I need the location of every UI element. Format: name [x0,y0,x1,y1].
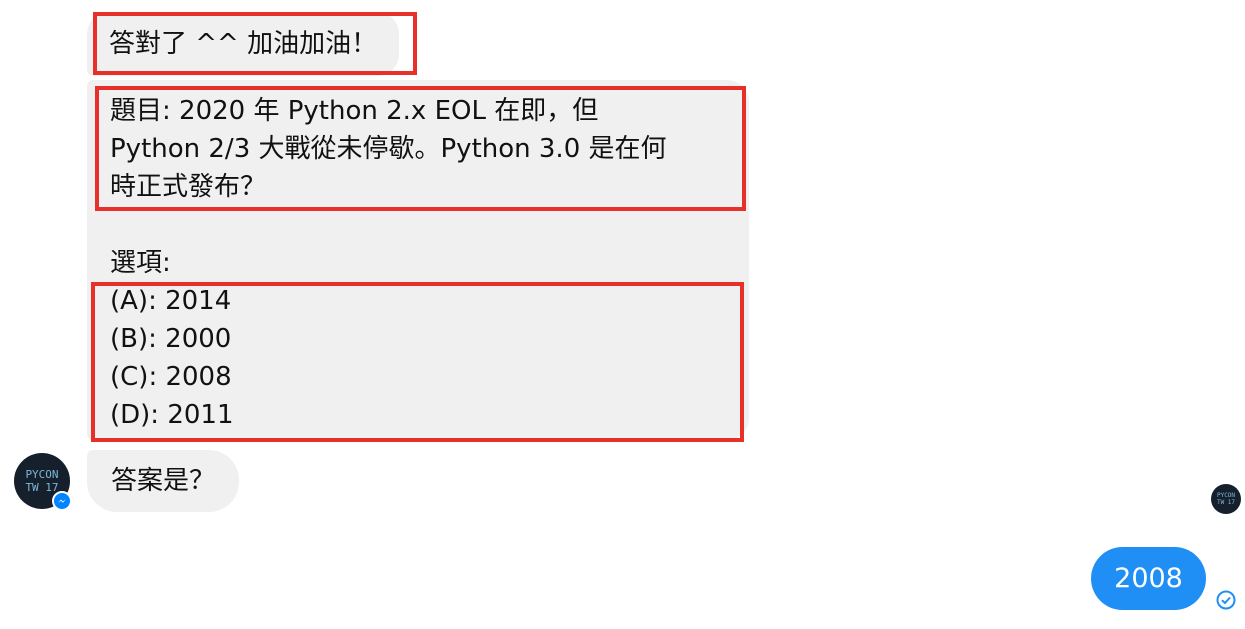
question-line-1: 題目: 2020 年 Python 2.x EOL 在即，但 [110,96,599,126]
chat-thread: 答對了 ^^ 加油加油！ 題目: 2020 年 Python 2.x EOL 在… [0,0,1245,629]
message-bubble-cheer[interactable]: 答對了 ^^ 加油加油！ [87,12,400,76]
seen-avatar-text-line-2: TW 17 [1216,499,1236,506]
option-b: (B): 2000 [110,324,232,354]
question-line-2: Python 2/3 大戰從未停歇。Python 3.0 是在何 [110,134,667,164]
seen-avatar: PYCON TW 17 [1211,484,1241,514]
options-label: 選項: [110,248,171,278]
seen-avatar-text-line-1: PYCON [1216,492,1236,499]
question-line-3: 時正式發布？ [110,172,267,202]
messenger-icon [52,491,72,511]
message-text-prompt: 答案是？ [111,466,216,496]
option-d: (D): 2011 [110,400,234,430]
avatar-text-line-1: PYCON [25,468,59,481]
message-text-reply: 2008 [1114,563,1183,594]
check-circle-icon [1216,590,1236,610]
message-text-cheer: 答對了 ^^ 加油加油！ [109,29,378,59]
option-c: (C): 2008 [110,362,232,392]
option-a: (A): 2014 [110,286,232,316]
message-bubble-prompt[interactable]: 答案是？ [87,450,240,512]
message-bubble-reply[interactable]: 2008 [1091,547,1206,610]
message-bubble-question[interactable]: 題目: 2020 年 Python 2.x EOL 在即，但 Python 2/… [87,80,749,440]
